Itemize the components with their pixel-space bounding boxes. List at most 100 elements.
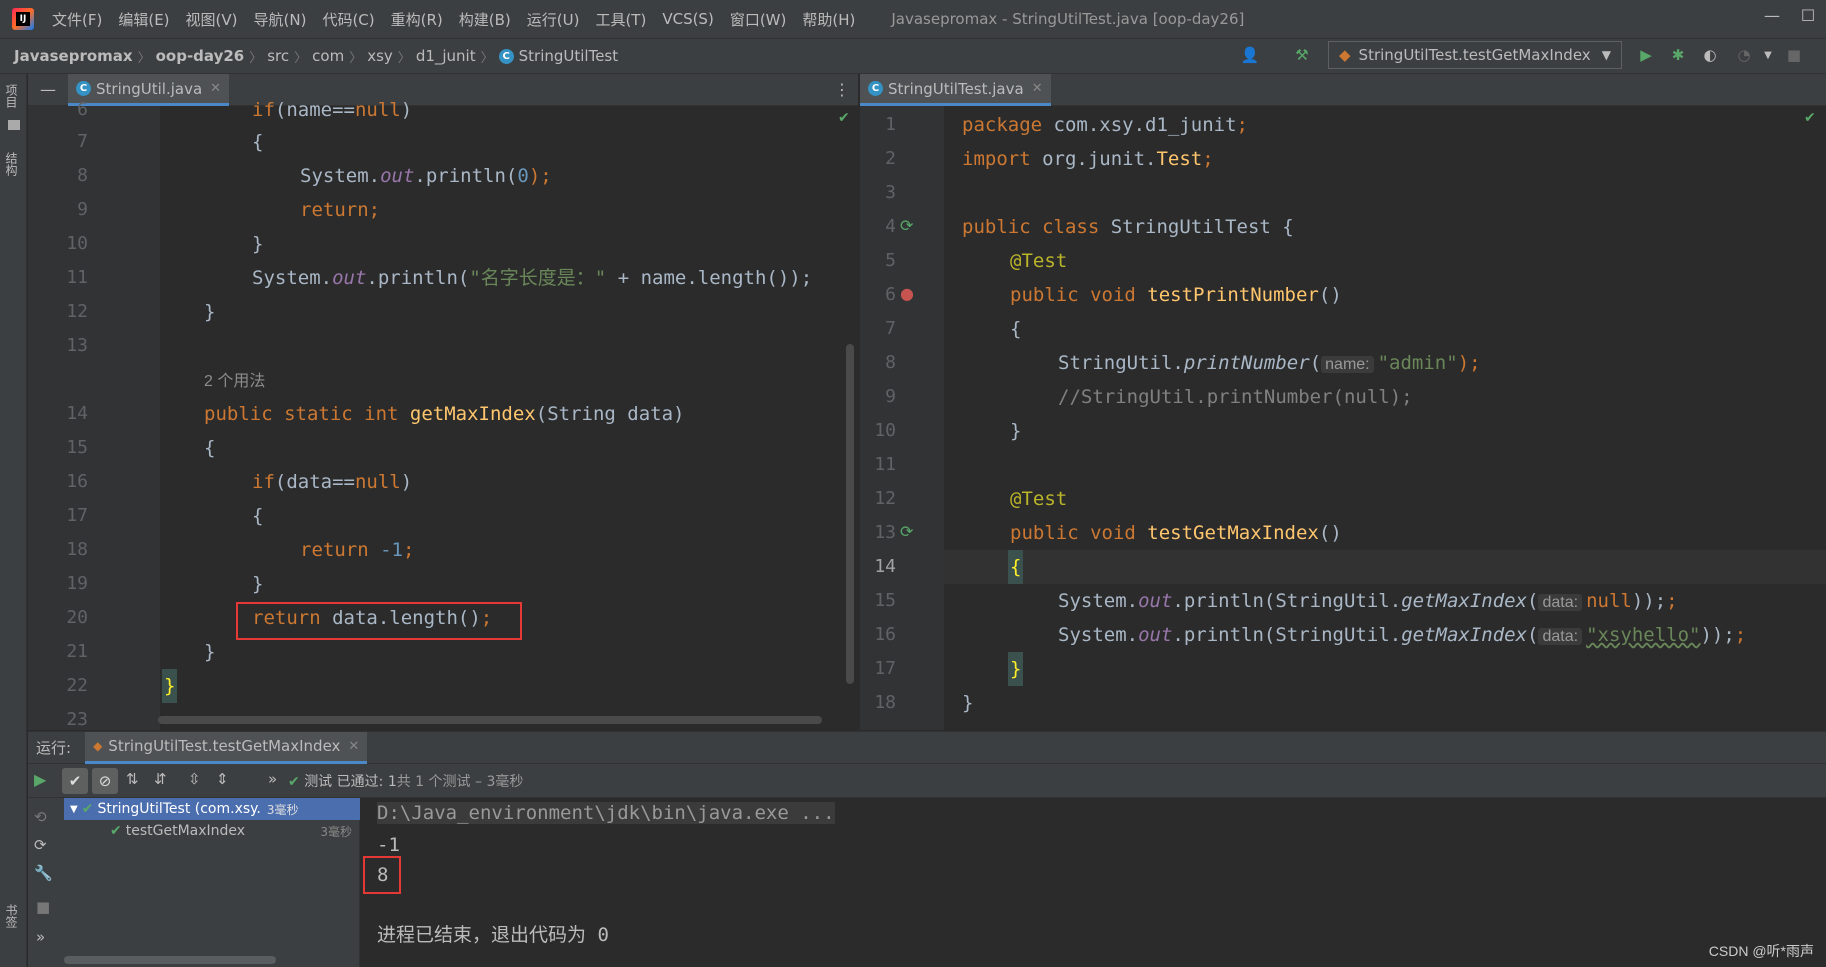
menu-vcs[interactable]: VCS(S) xyxy=(662,10,713,28)
stop-icon[interactable]: ■ xyxy=(1784,45,1804,65)
code-line: } xyxy=(204,301,216,323)
breadcrumb-class[interactable]: C StringUtilTest xyxy=(498,47,618,65)
more-options-icon[interactable]: ⋮ xyxy=(834,80,850,99)
user-icon[interactable]: 👤 xyxy=(1240,45,1260,65)
horizontal-scrollbar[interactable] xyxy=(64,956,276,964)
line-number: 18 xyxy=(66,539,88,560)
line-number: 8 xyxy=(885,352,896,373)
chevron-down-icon: ▼ xyxy=(1601,48,1611,62)
intellij-logo-icon[interactable]: IJ xyxy=(12,8,34,30)
tree-item-test-method[interactable]: ✔ testGetMaxIndex 3毫秒 xyxy=(64,820,360,842)
watermark: CSDN @听*雨声 xyxy=(1708,943,1814,959)
profile-icon[interactable]: ◔ xyxy=(1734,45,1754,65)
settings-wrench-icon[interactable]: 🔧 xyxy=(34,864,53,882)
maximize-button[interactable]: ☐ xyxy=(1796,6,1820,30)
show-passed-toggle[interactable]: ✔ xyxy=(62,768,88,794)
line-number: 17 xyxy=(874,658,896,679)
menu-window[interactable]: 窗口(W) xyxy=(730,9,787,30)
tab-stringutil-java[interactable]: C StringUtil.java ✕ xyxy=(68,74,230,106)
editor-stringutiltest: C StringUtilTest.java ✕ 1 2 3 4 5 6 7 8 … xyxy=(860,74,1826,730)
breadcrumb-com[interactable]: com xyxy=(312,47,344,65)
build-hammer-icon[interactable]: ⚒ xyxy=(1292,45,1312,65)
console-command-line[interactable]: D:\Java_environment\jdk\bin\java.exe ... xyxy=(377,802,835,824)
horizontal-scrollbar[interactable] xyxy=(158,716,822,724)
menu-view[interactable]: 视图(V) xyxy=(186,9,238,30)
menu-help[interactable]: 帮助(H) xyxy=(802,9,855,30)
more-chevron-icon[interactable]: » xyxy=(268,770,277,788)
chevron-right-icon: 〉 xyxy=(397,50,411,66)
menu-tools[interactable]: 工具(T) xyxy=(595,9,646,30)
breadcrumb-project[interactable]: Javasepromax xyxy=(14,47,133,65)
line-number: 15 xyxy=(874,590,896,611)
code-area-right[interactable]: package com.xsy.d1_junit; import org.jun… xyxy=(944,106,1826,730)
line-number-current: 14 xyxy=(874,556,896,577)
code-line: //StringUtil.printNumber(null); xyxy=(1058,386,1413,408)
run-test-class-icon[interactable]: ⟳ xyxy=(900,216,913,235)
menu-build[interactable]: 构建(B) xyxy=(459,9,511,30)
code-line: @Test xyxy=(1010,250,1068,272)
tab-stringutiltest-java[interactable]: C StringUtilTest.java ✕ xyxy=(860,74,1051,106)
line-number: 9 xyxy=(77,199,88,220)
close-icon[interactable]: ✕ xyxy=(210,81,221,96)
chevron-right-icon: 〉 xyxy=(249,50,263,66)
menu-run[interactable]: 运行(U) xyxy=(527,9,580,30)
line-number: 7 xyxy=(77,131,88,152)
toggle-auto-test-icon[interactable]: ⟳ xyxy=(34,836,47,854)
stop-icon[interactable]: ■ xyxy=(36,898,50,916)
breadcrumb-src[interactable]: src xyxy=(267,47,289,65)
show-ignored-toggle[interactable]: ⊘ xyxy=(92,768,118,794)
code-line: if(name==null) xyxy=(252,99,413,121)
sort-duration-icon[interactable]: ⇵ xyxy=(154,770,167,788)
close-icon[interactable]: ✕ xyxy=(1032,81,1043,96)
console-output[interactable]: D:\Java_environment\jdk\bin\java.exe ...… xyxy=(361,798,1826,967)
vertical-scrollbar[interactable] xyxy=(846,344,854,684)
run-test-method-icon[interactable]: ⟳ xyxy=(900,522,913,541)
highlight-box xyxy=(236,602,522,640)
line-number: 5 xyxy=(885,250,896,271)
code-line: StringUtil.printNumber(name: "admin"); xyxy=(1058,352,1481,374)
close-icon[interactable]: ✕ xyxy=(348,739,359,754)
minimize-button[interactable]: — xyxy=(1760,6,1784,30)
project-tool-button[interactable]: 项目 xyxy=(3,84,20,108)
rerun-failed-icon[interactable]: ⟲ xyxy=(34,808,47,826)
code-line: if(data==null) xyxy=(252,471,413,493)
code-line: public void testGetMaxIndex() xyxy=(1010,522,1342,544)
line-gutter-left: 6 7 8 9 10 11 12 13 14 15 16 17 18 19 20… xyxy=(28,99,160,730)
line-number: 22 xyxy=(66,675,88,696)
expand-all-icon[interactable]: ⇳ xyxy=(188,770,201,788)
run-configuration-select[interactable]: ◆ StringUtilTest.testGetMaxIndex ▼ xyxy=(1328,41,1622,69)
chevron-right-icon: 〉 xyxy=(137,50,151,66)
code-line: { xyxy=(252,131,264,153)
menu-edit[interactable]: 编辑(E) xyxy=(118,9,169,30)
line-number: 8 xyxy=(77,165,88,186)
usages-hint[interactable]: 2 个用法 xyxy=(204,363,265,397)
run-tab[interactable]: ◆ StringUtilTest.testGetMaxIndex ✕ xyxy=(85,731,368,764)
run-icon[interactable]: ▶ xyxy=(1636,45,1656,65)
breadcrumb-module[interactable]: oop-day26 xyxy=(156,47,245,65)
rerun-icon[interactable]: ▶ xyxy=(34,770,46,789)
code-line: return; xyxy=(300,199,381,221)
run-test-failed-icon[interactable]: ● xyxy=(900,284,914,303)
line-number: 19 xyxy=(66,573,88,594)
breadcrumb-package[interactable]: d1_junit xyxy=(416,47,476,65)
code-line: } xyxy=(204,641,216,663)
bookmarks-tool-button[interactable]: 书签 xyxy=(3,904,20,928)
title-bar: IJ 文件(F) 编辑(E) 视图(V) 导航(N) 代码(C) 重构(R) 构… xyxy=(0,0,1826,38)
more-chevron-icon[interactable]: » xyxy=(36,928,45,946)
coverage-icon[interactable]: ◐ xyxy=(1700,45,1720,65)
tree-item-test-class[interactable]: ▼ ✔ StringUtilTest (com.xsy. 3毫秒 xyxy=(64,798,360,820)
menu-code[interactable]: 代码(C) xyxy=(322,9,374,30)
menu-file[interactable]: 文件(F) xyxy=(52,9,102,30)
menu-navigate[interactable]: 导航(N) xyxy=(254,9,307,30)
collapse-all-icon[interactable]: ⇕ xyxy=(216,770,229,788)
debug-icon[interactable]: ✱ xyxy=(1668,45,1688,65)
run-header: 运行: ◆ StringUtilTest.testGetMaxIndex ✕ xyxy=(28,731,1826,764)
run-configuration-label: StringUtilTest.testGetMaxIndex xyxy=(1358,46,1591,64)
breadcrumb-xsy[interactable]: xsy xyxy=(367,47,393,65)
line-number: 13 xyxy=(874,522,896,543)
code-area-left[interactable]: if(name==null) { System.out.println(0); … xyxy=(160,99,850,730)
menu-refactor[interactable]: 重构(R) xyxy=(391,9,443,30)
structure-tool-button[interactable]: 结构 xyxy=(3,152,20,176)
more-run-chevron-icon[interactable]: ▼ xyxy=(1758,45,1778,65)
sort-alpha-icon[interactable]: ⇅ xyxy=(126,770,139,788)
